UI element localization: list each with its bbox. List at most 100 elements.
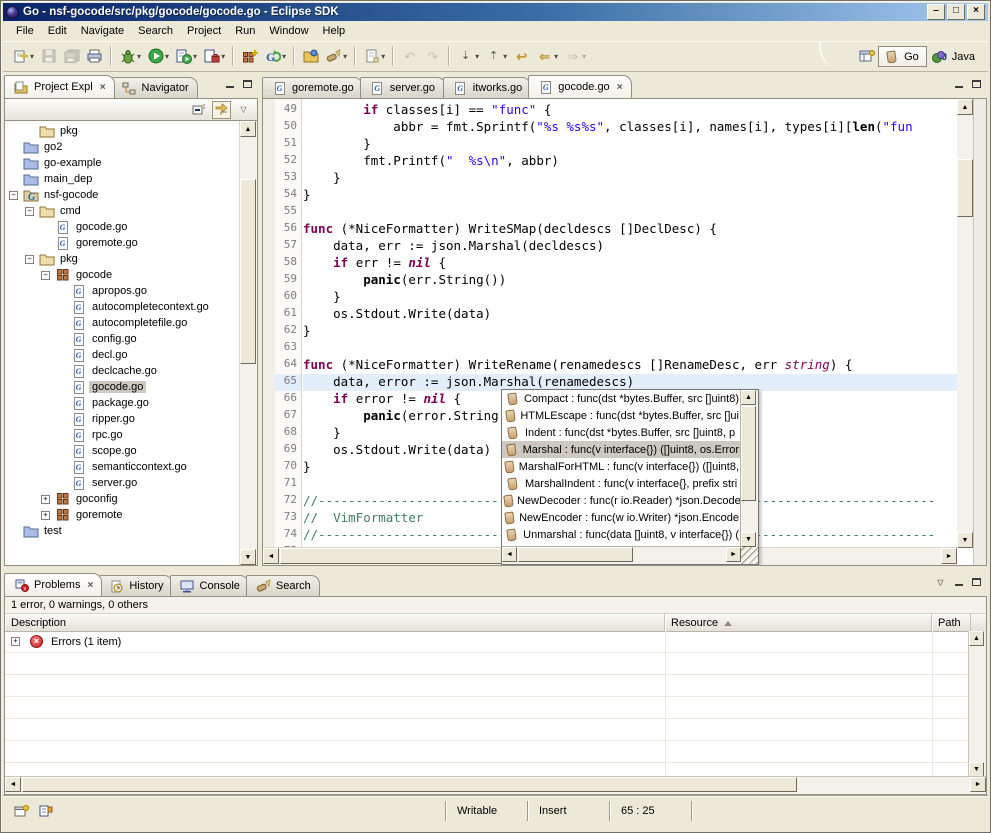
problems-maximize-icon[interactable] — [969, 576, 984, 588]
external-tools-button[interactable]: ▾ — [201, 45, 227, 67]
editor-tab-goremote-go[interactable]: Ggoremote.go — [262, 77, 363, 98]
fast-view-icon[interactable] — [13, 803, 30, 820]
popup-vertical-scrollbar[interactable]: ▲ ▼ — [740, 390, 758, 547]
problems-view-menu-icon[interactable]: ▽ — [933, 576, 948, 588]
autocomplete-item-indent[interactable]: Indent : func(dst *bytes.Buffer, src []u… — [502, 424, 741, 441]
expand-icon[interactable]: + — [41, 495, 50, 504]
last-edit-button[interactable]: ↩ — [511, 45, 532, 67]
back-button[interactable]: ⇐▾ — [534, 45, 560, 67]
new-package-button[interactable] — [239, 45, 260, 67]
tree-item-server-go[interactable]: Gserver.go — [5, 475, 240, 491]
tree-item-rpc-go[interactable]: Grpc.go — [5, 427, 240, 443]
next-annotation-button[interactable]: ⇣▾ — [455, 45, 481, 67]
menu-navigate[interactable]: Navigate — [74, 23, 131, 39]
autocomplete-item-marshalforhtml[interactable]: MarshalForHTML : func(v interface{}) ([]… — [502, 458, 741, 475]
new-wizard-button[interactable]: ▾ — [10, 45, 36, 67]
perspective-java-button[interactable]: J Java — [927, 46, 982, 67]
tree-item-scope-go[interactable]: Gscope.go — [5, 443, 240, 459]
editor-body[interactable]: 4950515253545556575859606162636465666768… — [262, 98, 987, 566]
popup-resize-grip[interactable] — [741, 547, 758, 564]
tree-item-apropos-go[interactable]: Gapropos.go — [5, 283, 240, 299]
run-config-button[interactable]: ▾ — [173, 45, 199, 67]
column-header-description[interactable]: Description — [5, 614, 665, 631]
tree-item-decl-go[interactable]: Gdecl.go — [5, 347, 240, 363]
prev-annotation-button[interactable]: ⇡▾ — [483, 45, 509, 67]
view-tab-history[interactable]: History — [99, 575, 172, 596]
show-selected-element-icon[interactable] — [38, 803, 55, 820]
tree-item-test[interactable]: test — [5, 523, 240, 539]
close-button[interactable]: × — [967, 4, 985, 20]
collapse-icon[interactable]: − — [25, 255, 34, 264]
maximize-button[interactable]: □ — [947, 4, 965, 20]
close-icon[interactable]: × — [87, 580, 93, 591]
column-header-resource[interactable]: Resource — [665, 614, 932, 631]
explorer-vertical-scrollbar[interactable]: ▲ ▼ — [239, 121, 257, 565]
debug-button[interactable]: ▾ — [117, 45, 143, 67]
tree-item-gocode-go[interactable]: Ggocode.go — [5, 379, 240, 395]
autocomplete-list[interactable]: Compact : func(dst *bytes.Buffer, src []… — [502, 390, 741, 547]
problems-table[interactable]: +×Errors (1 item) — [5, 631, 969, 777]
minimize-button[interactable]: – — [927, 4, 945, 20]
autocomplete-item-newdecoder[interactable]: NewDecoder : func(r io.Reader) *json.Dec… — [502, 492, 741, 509]
tree-item-autocompletefile-go[interactable]: Gautocompletefile.go — [5, 315, 240, 331]
gc-button[interactable]: G▾ — [262, 45, 288, 67]
view-tab-console[interactable]: Console — [170, 575, 249, 596]
editor-minimize-icon[interactable] — [951, 78, 966, 90]
problems-row-errors[interactable]: +×Errors (1 item) — [5, 631, 969, 653]
run-button[interactable]: ▾ — [145, 45, 171, 67]
menu-run[interactable]: Run — [228, 23, 262, 39]
tree-item-goremote-go[interactable]: Ggoremote.go — [5, 235, 240, 251]
explorer-view-menu-button[interactable]: ▽ — [234, 101, 253, 119]
explorer-tab-navigator[interactable]: Navigator — [112, 77, 198, 98]
editor-tab-itworks-go[interactable]: Gitworks.go — [443, 77, 532, 98]
search-flashlight-button[interactable]: ▾ — [323, 45, 349, 67]
tree-item-cmd[interactable]: −cmd — [5, 203, 240, 219]
tree-item-go2[interactable]: go2 — [5, 139, 240, 155]
expand-icon[interactable]: + — [11, 637, 20, 646]
expand-icon[interactable]: + — [41, 511, 50, 520]
tree-item-pkg[interactable]: pkg — [5, 123, 240, 139]
collapse-icon[interactable]: − — [41, 271, 50, 280]
close-icon[interactable]: × — [100, 82, 106, 93]
editor-tab-server-go[interactable]: Gserver.go — [360, 77, 446, 98]
perspective-go-button[interactable]: Go — [878, 46, 927, 67]
tree-item-gocode-go[interactable]: Ggocode.go — [5, 219, 240, 235]
collapse-all-button[interactable] — [190, 101, 209, 119]
problems-vertical-scrollbar[interactable]: ▲ ▼ — [968, 631, 986, 777]
menu-project[interactable]: Project — [180, 23, 228, 39]
collapse-icon[interactable]: − — [9, 191, 18, 200]
menu-file[interactable]: File — [9, 23, 41, 39]
menu-help[interactable]: Help — [316, 23, 353, 39]
menu-window[interactable]: Window — [262, 23, 315, 39]
tree-item-semanticcontext-go[interactable]: Gsemanticcontext.go — [5, 459, 240, 475]
explorer-maximize-icon[interactable] — [240, 78, 255, 90]
editor-tab-gocode-go[interactable]: Ggocode.go× — [528, 75, 631, 98]
menu-search[interactable]: Search — [131, 23, 180, 39]
collapse-icon[interactable]: − — [25, 207, 34, 216]
close-icon[interactable]: × — [617, 82, 623, 93]
column-header-path[interactable]: Path — [932, 614, 971, 631]
open-perspective-button[interactable] — [856, 46, 877, 68]
tree-item-declcache-go[interactable]: Gdeclcache.go — [5, 363, 240, 379]
open-resource-button[interactable] — [300, 45, 321, 67]
view-tab-problems[interactable]: xProblems× — [4, 573, 102, 596]
menu-edit[interactable]: Edit — [41, 23, 74, 39]
link-with-editor-button[interactable] — [212, 101, 231, 119]
tree-item-ripper-go[interactable]: Gripper.go — [5, 411, 240, 427]
autocomplete-item-marshalindent[interactable]: MarshalIndent : func(v interface{}, pref… — [502, 475, 741, 492]
editor-maximize-icon[interactable] — [969, 78, 984, 90]
autocomplete-item-unmarshal[interactable]: Unmarshal : func(data []uint8, v interfa… — [502, 526, 741, 543]
view-tab-search[interactable]: Search — [246, 575, 320, 596]
tree-item-package-go[interactable]: Gpackage.go — [5, 395, 240, 411]
popup-horizontal-scrollbar[interactable]: ◄ ► — [502, 546, 741, 564]
tree-item-pkg[interactable]: −pkg — [5, 251, 240, 267]
tree-item-goconfig[interactable]: +goconfig — [5, 491, 240, 507]
autocomplete-item-newencoder[interactable]: NewEncoder : func(w io.Writer) *json.Enc… — [502, 509, 741, 526]
autocomplete-item-compact[interactable]: Compact : func(dst *bytes.Buffer, src []… — [502, 390, 741, 407]
tree-item-autocompletecontext-go[interactable]: Gautocompletecontext.go — [5, 299, 240, 315]
explorer-minimize-icon[interactable] — [222, 78, 237, 90]
tree-item-go-example[interactable]: go-example — [5, 155, 240, 171]
problems-minimize-icon[interactable] — [951, 576, 966, 588]
problems-horizontal-scrollbar[interactable]: ◄ ► — [5, 776, 986, 794]
tree-item-goremote[interactable]: +goremote — [5, 507, 240, 523]
